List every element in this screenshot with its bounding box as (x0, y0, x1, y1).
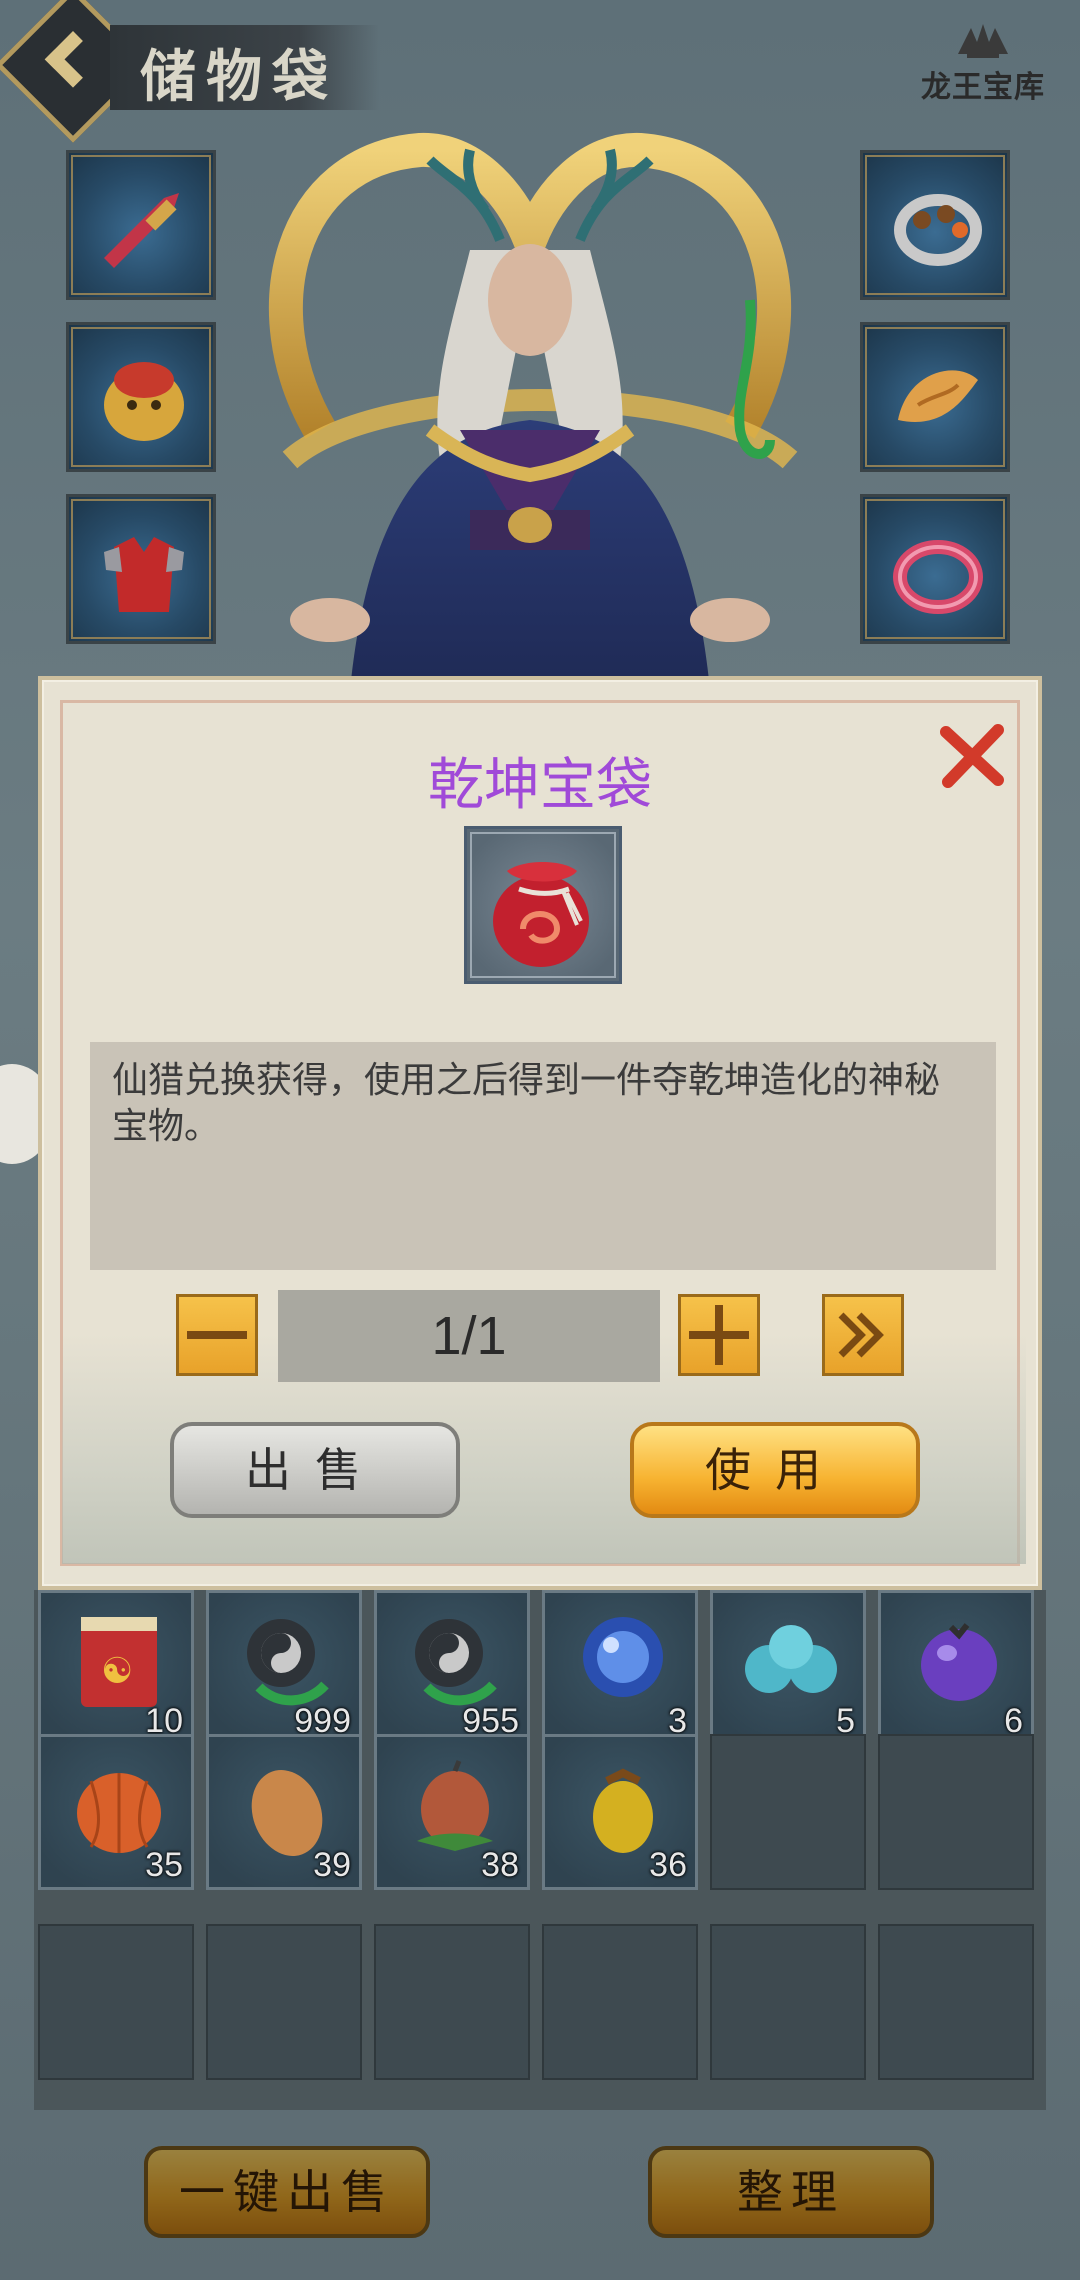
item-name: 乾坤宝袋 (428, 753, 652, 818)
inventory-item[interactable]: 39 (206, 1734, 362, 1890)
inventory-item[interactable]: ☯ 10 (38, 1590, 194, 1746)
dragon-crest-icon (953, 18, 1013, 62)
logo-label: 龙王宝库 (921, 70, 1045, 105)
equip-slot-helmet[interactable] (66, 322, 216, 472)
ring-bracelet-icon (888, 178, 988, 278)
inventory-item[interactable]: 5 (710, 1590, 866, 1746)
inventory-item[interactable]: 36 (542, 1734, 698, 1890)
use-button[interactable]: 使用 (630, 1422, 920, 1518)
equip-slot-weapon[interactable] (66, 150, 216, 300)
close-icon (940, 724, 1004, 788)
item-description: 仙猎兑换获得，使用之后得到一件夺乾坤造化的神秘宝物。 (90, 1042, 996, 1270)
chevron-left-icon (44, 31, 102, 88)
empty-slot (710, 1924, 866, 2080)
inventory-item[interactable]: 955 (374, 1590, 530, 1746)
plus-icon (689, 1305, 749, 1365)
cyan-fruit-icon (733, 1607, 849, 1723)
close-button[interactable] (936, 720, 1008, 792)
sort-button[interactable]: 整理 (648, 2146, 934, 2238)
equip-slot-armor[interactable] (66, 494, 216, 644)
empty-slot (542, 1924, 698, 2080)
shop-logo[interactable]: 龙王宝库 (908, 18, 1058, 128)
page-title: 储物袋 (140, 44, 338, 110)
pink-bangle-icon (888, 522, 988, 622)
item-quantity: 39 (313, 1846, 351, 1884)
purple-fruit-icon (901, 1607, 1017, 1723)
empty-slot (710, 1734, 866, 1890)
double-chevron-right-icon (838, 1312, 884, 1358)
equip-slot-bracelet[interactable] (860, 150, 1010, 300)
increase-button[interactable] (678, 1294, 760, 1376)
sword-icon (94, 178, 194, 278)
character-portrait (230, 130, 850, 690)
equip-slot-bangle[interactable] (860, 494, 1010, 644)
inventory-item[interactable]: 3 (542, 1590, 698, 1746)
header: 储物袋 龙王宝库 (0, 0, 1080, 143)
inventory-item[interactable]: 999 (206, 1590, 362, 1746)
red-armor-icon (94, 522, 194, 622)
red-treasure-bag-icon (493, 862, 589, 967)
empty-slot (878, 1734, 1034, 1890)
empty-slot (38, 1924, 194, 2080)
item-detail-dialog: 乾坤宝袋 仙猎兑换获得，使用之后得到一件夺乾坤造化的神秘宝物。 1/1 出售 使… (38, 676, 1042, 1590)
inventory-item[interactable]: 6 (878, 1590, 1034, 1746)
empty-slot (878, 1924, 1034, 2080)
inventory-panel: ☯ 10 999 955 3 5 6 35 39 38 36 (34, 1590, 1046, 2110)
jade-pendant-icon (888, 350, 988, 450)
equip-slot-pendant[interactable] (860, 322, 1010, 472)
inventory-item[interactable]: 38 (374, 1734, 530, 1890)
empty-slot (374, 1924, 530, 2080)
blue-orb-icon (565, 1607, 681, 1723)
svg-text:☯: ☯ (101, 1651, 133, 1692)
item-quantity: 38 (481, 1846, 519, 1884)
quantity-display: 1/1 (278, 1290, 660, 1382)
item-quantity: 35 (145, 1846, 183, 1884)
sell-button[interactable]: 出售 (170, 1422, 460, 1518)
minus-icon (187, 1331, 247, 1339)
item-icon-frame (464, 826, 622, 984)
sell-all-button[interactable]: 一键出售 (144, 2146, 430, 2238)
decrease-button[interactable] (176, 1294, 258, 1376)
empty-slot (206, 1924, 362, 2080)
inventory-item[interactable]: 35 (38, 1734, 194, 1890)
item-quantity: 36 (649, 1846, 687, 1884)
lion-helmet-icon (94, 350, 194, 450)
max-quantity-button[interactable] (822, 1294, 904, 1376)
